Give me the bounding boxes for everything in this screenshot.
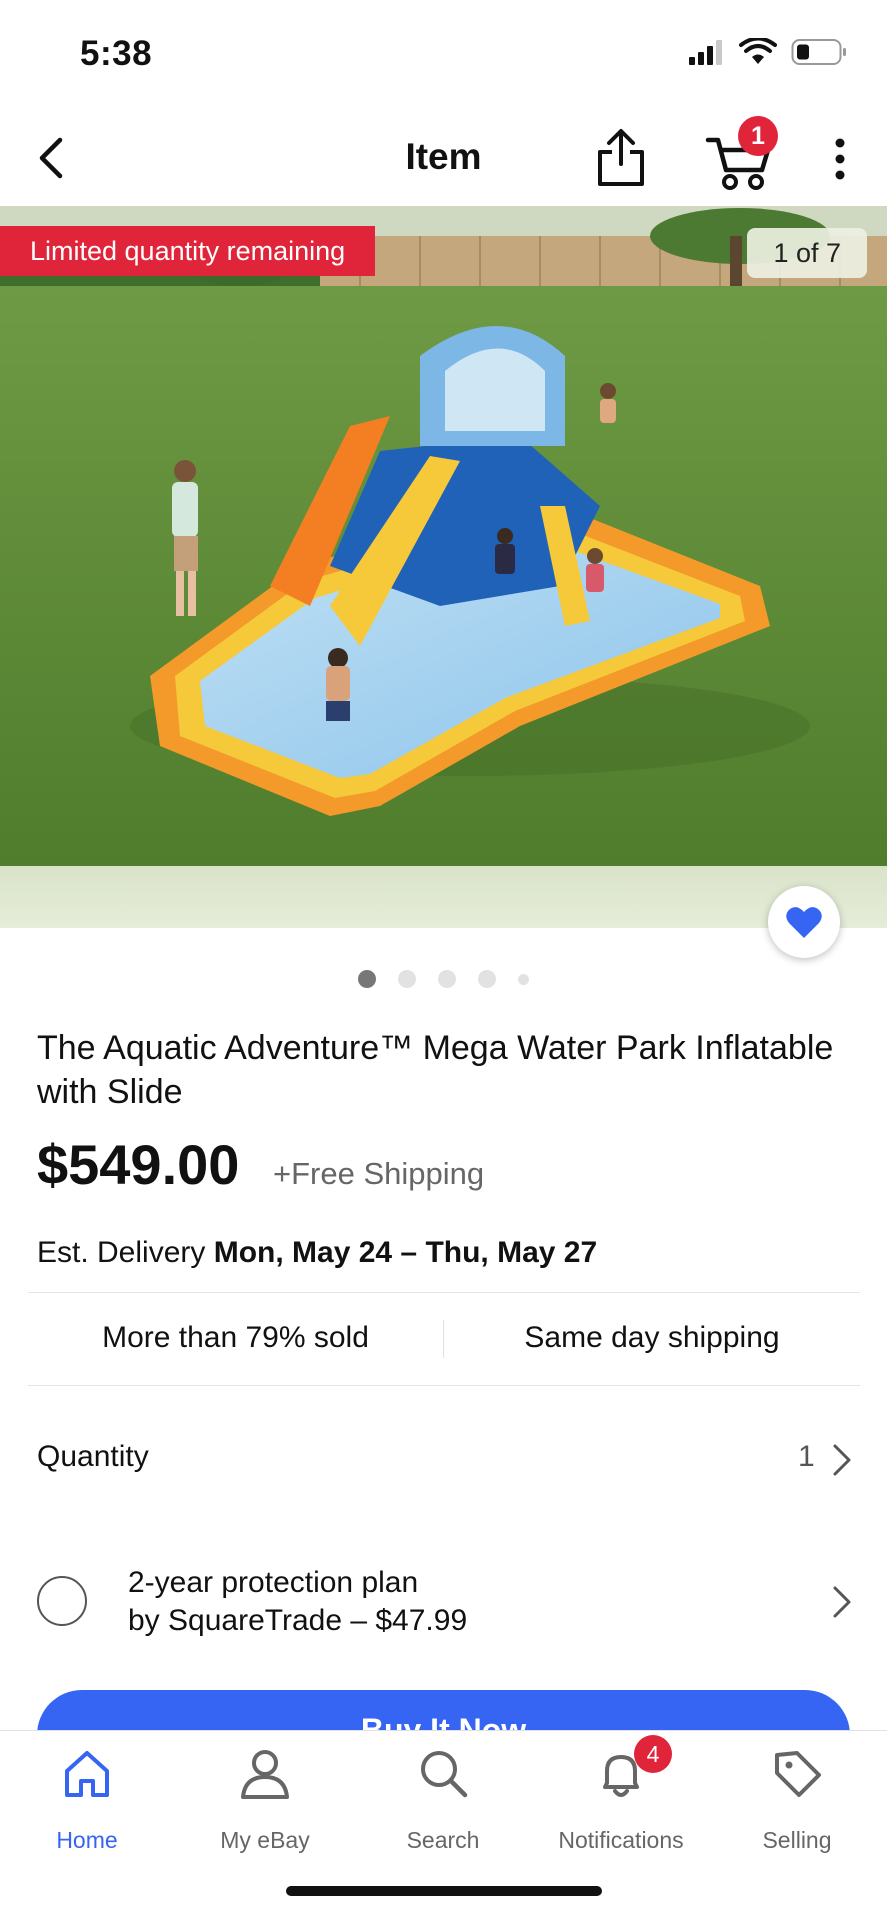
pager-dot[interactable] [518, 973, 529, 985]
status-time: 5:38 [80, 34, 153, 73]
quantity-value: 1 [798, 1440, 815, 1473]
tab-label: My eBay [220, 1827, 310, 1853]
person-icon [241, 1750, 289, 1799]
chevron-right-icon [833, 1586, 851, 1618]
search-icon [421, 1751, 468, 1798]
estimated-delivery: Est. Delivery Mon, May 24 – Thu, May 27 [37, 1236, 597, 1270]
notifications-badge: 4 [634, 1735, 672, 1773]
watch-button[interactable] [768, 886, 840, 958]
heart-icon [786, 907, 822, 938]
home-icon [65, 1751, 109, 1797]
pager-dot[interactable] [438, 970, 456, 988]
quantity-label: Quantity [37, 1440, 149, 1473]
image-pager [0, 970, 887, 988]
tab-label: Home [56, 1827, 118, 1853]
sold-percentage: More than 79% sold [102, 1321, 369, 1354]
signal-icon [689, 40, 722, 65]
limited-quantity-badge: Limited quantity remaining [0, 226, 376, 276]
tag-icon [775, 1751, 821, 1797]
more-options-icon[interactable] [820, 134, 860, 184]
image-backdrop [0, 866, 887, 928]
nav-bar: Item 1 [0, 110, 887, 206]
quantity-selector[interactable]: Quantity 1 [0, 1420, 887, 1500]
cart-count-badge: 1 [738, 116, 778, 156]
share-icon[interactable] [592, 128, 650, 188]
pager-dot[interactable] [478, 970, 496, 988]
product-image-gallery[interactable]: Limited quantity remaining 1 of 7 [0, 206, 887, 928]
home-indicator [286, 1886, 602, 1896]
tab-home[interactable]: Home [12, 1745, 162, 1865]
item-price: $549.00 [37, 1133, 240, 1196]
tab-label: Selling [762, 1827, 832, 1853]
protection-plan-option[interactable]: 2-year protection plan by SquareTrade – … [0, 1548, 887, 1658]
item-title: The Aquatic Adventure™ Mega Water Park I… [37, 1029, 834, 1111]
tab-my-ebay[interactable]: My eBay [190, 1745, 340, 1865]
divider [28, 1385, 860, 1386]
tab-label: Search [406, 1827, 480, 1853]
delivery-dates: Mon, May 24 – Thu, May 27 [213, 1236, 598, 1269]
tab-notifications[interactable]: 4 Notifications [546, 1735, 696, 1865]
battery-icon [791, 39, 846, 65]
status-icons [689, 38, 847, 66]
tab-label: Notifications [558, 1827, 684, 1853]
tab-selling[interactable]: Selling [722, 1745, 872, 1865]
chevron-right-icon [833, 1444, 851, 1476]
photo-counter: 1 of 7 [747, 228, 867, 278]
wifi-icon [739, 38, 777, 64]
protection-plan-price: by SquareTrade – $47.99 [128, 1604, 468, 1637]
pager-dot[interactable] [398, 970, 416, 988]
pager-dot-active[interactable] [358, 970, 376, 988]
same-day-shipping: Same day shipping [524, 1321, 780, 1354]
shipping-cost: +Free Shipping [273, 1156, 485, 1191]
status-bar: 5:38 [0, 0, 887, 110]
tab-search[interactable]: Search [368, 1745, 518, 1865]
protection-plan-title: 2-year protection plan [128, 1566, 419, 1599]
product-photo [0, 206, 887, 866]
delivery-label: Est. Delivery [37, 1236, 206, 1269]
protection-plan-radio[interactable] [37, 1576, 87, 1626]
